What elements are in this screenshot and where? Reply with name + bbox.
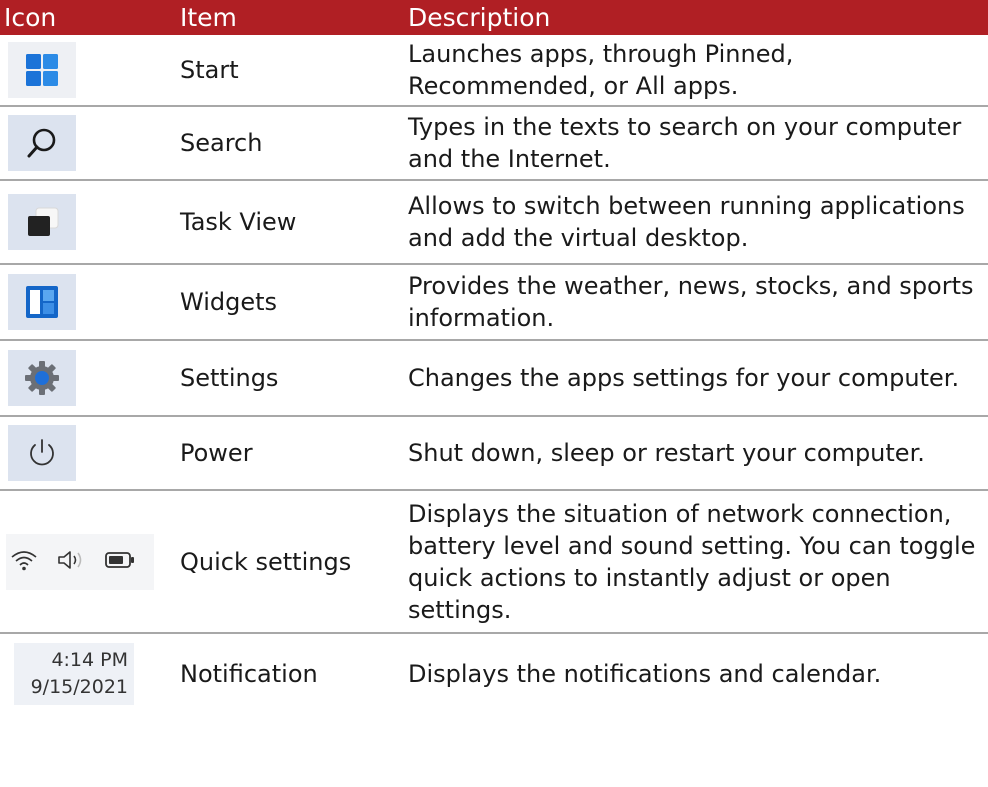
clock-icon: 4:14 PM 9/15/2021 (14, 643, 134, 705)
table-row: Power Shut down, sleep or restart your c… (0, 417, 988, 491)
row-description: Displays the situation of network connec… (408, 499, 976, 624)
table-row: Widgets Provides the weather, news, stoc… (0, 265, 988, 341)
row-item: Task View (180, 208, 297, 236)
row-description: Changes the apps settings for your compu… (408, 364, 960, 392)
row-description: Types in the texts to search on your com… (408, 113, 962, 173)
table-row: 4:14 PM 9/15/2021 Notification Displays … (0, 634, 988, 714)
wifi-icon (10, 548, 38, 576)
clock-date: 9/15/2021 (30, 676, 128, 698)
header-icon: Icon (4, 3, 57, 32)
battery-icon (104, 550, 136, 574)
quick-settings-icons (6, 533, 154, 590)
header-description: Description (408, 3, 551, 32)
table-row: Quick settings Displays the situation of… (0, 491, 988, 634)
row-item: Notification (180, 660, 318, 688)
row-description: Allows to switch between running applica… (408, 192, 965, 252)
task-view-icon (8, 194, 76, 250)
row-item: Start (180, 56, 239, 84)
row-item: Quick settings (180, 547, 352, 576)
clock-time: 4:14 PM (51, 649, 128, 671)
row-description: Shut down, sleep or restart your compute… (408, 439, 925, 467)
volume-icon (56, 548, 86, 576)
header-item: Item (180, 3, 237, 32)
power-icon (8, 425, 76, 481)
row-description: Provides the weather, news, stocks, and … (408, 272, 974, 332)
row-item: Settings (180, 364, 279, 392)
row-item: Power (180, 439, 253, 467)
search-icon (8, 115, 76, 171)
row-description: Displays the notifications and calendar. (408, 660, 882, 688)
table-row: Start Launches apps, through Pinned, Rec… (0, 35, 988, 107)
row-item: Widgets (180, 288, 278, 316)
table-row: Settings Changes the apps settings for y… (0, 341, 988, 417)
table-header: Icon Item Description (0, 0, 988, 35)
row-item: Search (180, 129, 263, 157)
windows-start-icon (8, 42, 76, 98)
widgets-icon (8, 274, 76, 330)
taskbar-icons-table: Icon Item Description Start Launches app… (0, 0, 988, 714)
row-description: Launches apps, through Pinned, Recommend… (408, 40, 794, 100)
table-row: Search Types in the texts to search on y… (0, 107, 988, 181)
gear-icon (8, 350, 76, 406)
table-row: Task View Allows to switch between runni… (0, 181, 988, 265)
